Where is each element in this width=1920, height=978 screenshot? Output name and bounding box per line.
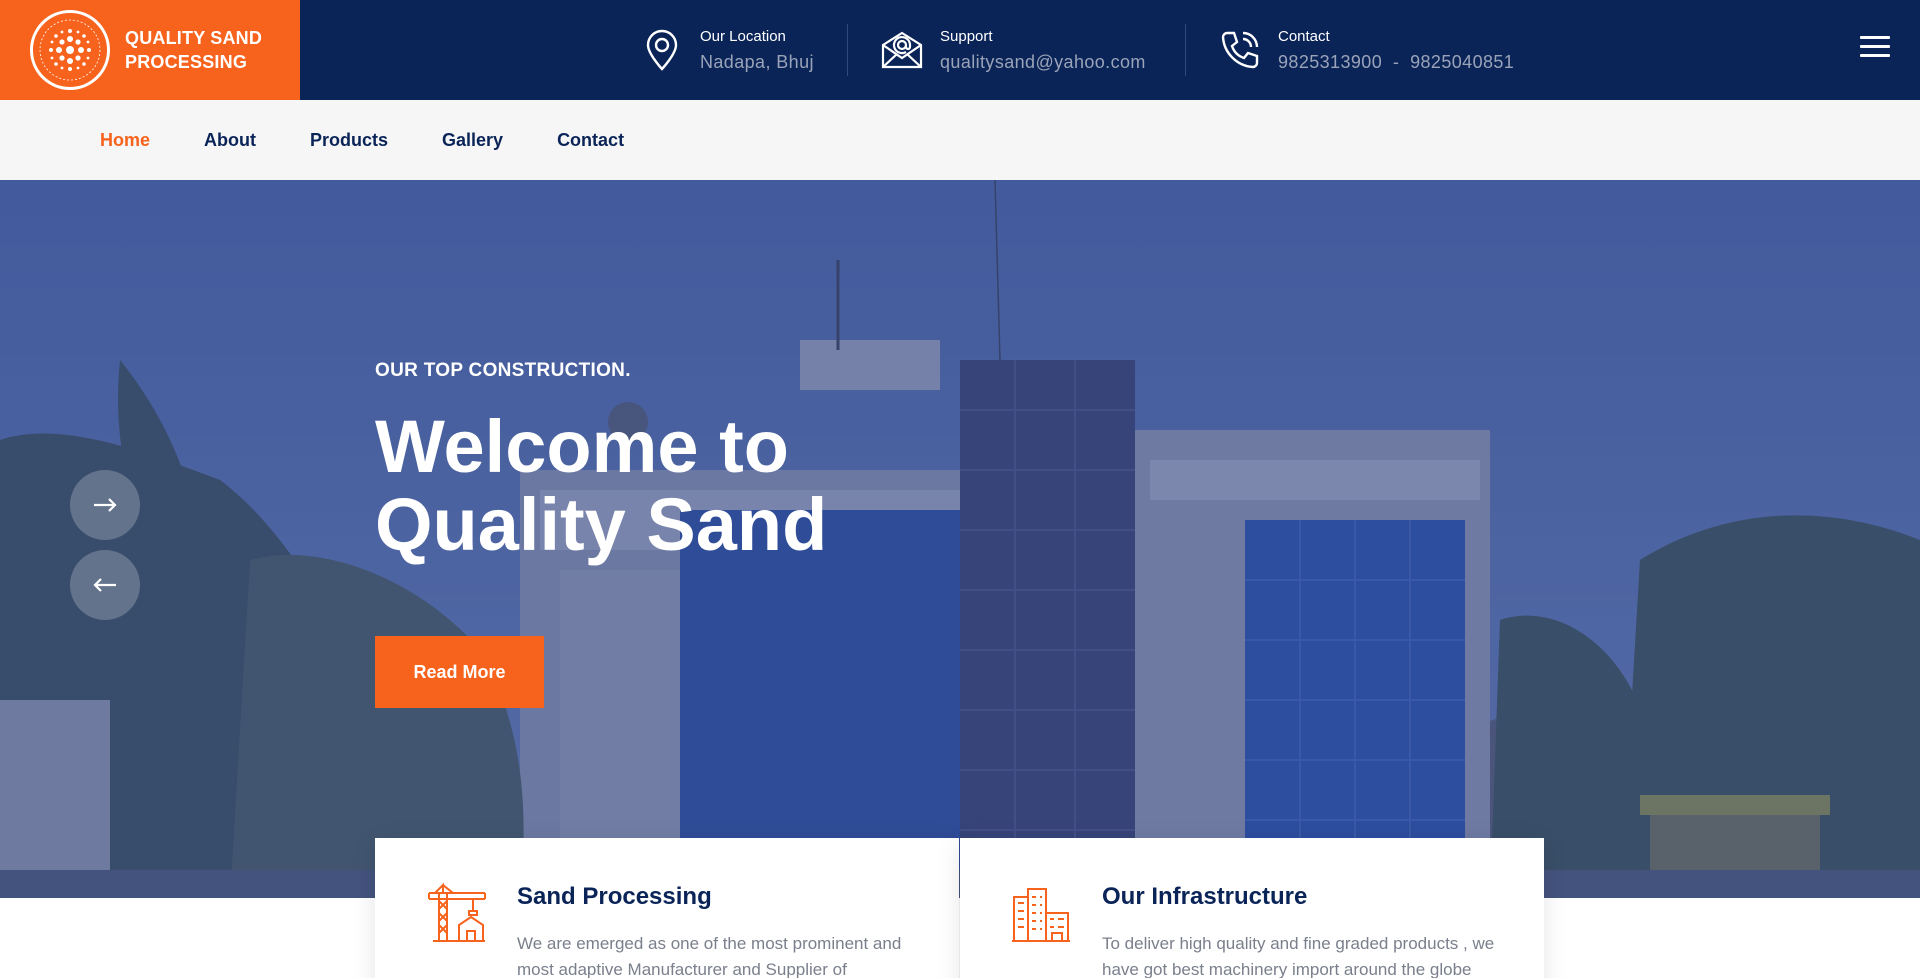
nav-item-products[interactable]: Products [310, 130, 388, 151]
top-bar: QUALITY SAND PROCESSING Our Location Nad… [0, 0, 1920, 100]
read-more-button[interactable]: Read More [375, 636, 544, 708]
support-info: Support qualitysand@yahoo.com [880, 0, 1146, 100]
support-label: Support [940, 28, 993, 45]
hamburger-icon[interactable] [1860, 36, 1890, 58]
hero-content: OUR TOP CONSTRUCTION. Welcome to Quality… [375, 360, 895, 708]
feature-card-sand-processing[interactable]: Sand Processing We are emerged as one of… [375, 838, 959, 978]
slider-next-button[interactable] [70, 470, 140, 540]
card-title: Sand Processing [517, 883, 712, 910]
card-text: To deliver high quality and fine graded … [1102, 934, 1495, 978]
brand-name: QUALITY SAND PROCESSING [125, 28, 263, 72]
hero-overlay [0, 180, 1920, 898]
phone-icon [1218, 28, 1262, 72]
nav-item-contact[interactable]: Contact [557, 130, 624, 151]
location-info: Our Location Nadapa, Bhuj [640, 0, 814, 100]
divider [847, 24, 848, 76]
nav-item-about[interactable]: About [204, 130, 256, 151]
arrow-left-icon [93, 578, 116, 592]
contact-label: Contact [1278, 28, 1330, 45]
contact-phones[interactable]: 9825313900 - 9825040851 [1278, 51, 1514, 73]
main-nav: Home About Products Gallery Contact [0, 100, 1920, 180]
slider-prev-button[interactable] [70, 550, 140, 620]
brand-logo [30, 10, 110, 90]
location-label: Our Location [700, 28, 786, 45]
nav-item-gallery[interactable]: Gallery [442, 130, 503, 151]
divider [1185, 24, 1186, 76]
card-title: Our Infrastructure [1102, 883, 1308, 910]
crane-icon [425, 882, 487, 945]
hero-title: Welcome to Quality Sand [375, 405, 828, 566]
factory-icon [1010, 883, 1072, 945]
hero-eyebrow: OUR TOP CONSTRUCTION. [375, 360, 631, 381]
arrow-right-icon [94, 498, 117, 512]
card-text: We are emerged as one of the most promin… [517, 934, 902, 978]
location-value: Nadapa, Bhuj [700, 52, 814, 72]
brand-logo-link[interactable]: QUALITY SAND PROCESSING [0, 0, 300, 100]
envelope-icon [880, 28, 924, 72]
nav-item-home[interactable]: Home [100, 130, 150, 151]
contact-info: Contact 9825313900 - 9825040851 [1218, 0, 1514, 100]
feature-card-infrastructure[interactable]: Our Infrastructure To deliver high quali… [960, 838, 1544, 978]
support-email[interactable]: qualitysand@yahoo.com [940, 51, 1146, 73]
map-pin-icon [640, 28, 684, 72]
hero-slider: OUR TOP CONSTRUCTION. Welcome to Quality… [0, 180, 1920, 898]
